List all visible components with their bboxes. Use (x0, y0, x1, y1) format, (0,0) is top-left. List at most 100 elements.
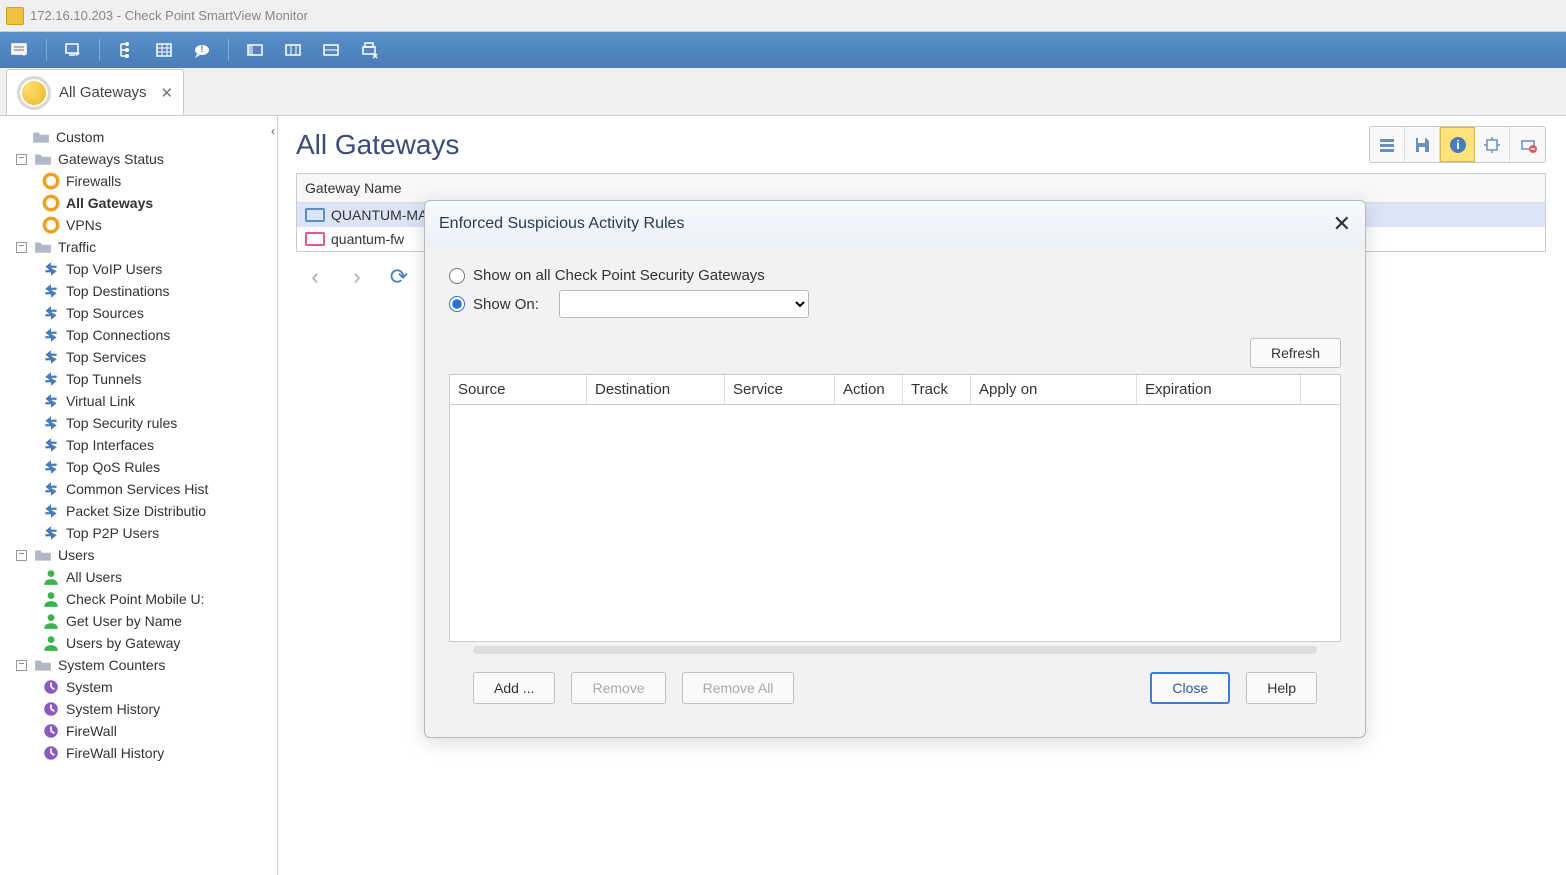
col-service[interactable]: Service (725, 375, 835, 404)
tree-firewalls[interactable]: Firewalls (10, 170, 271, 192)
tree-top-security-rules[interactable]: Top Security rules (10, 412, 271, 434)
tree-firewall[interactable]: FireWall (10, 720, 271, 742)
toolbar-panel3-icon[interactable] (319, 38, 343, 62)
radio-all-input[interactable] (449, 268, 465, 284)
tree-label: All Gateways (66, 195, 153, 211)
tree-toggle-icon[interactable]: − (16, 154, 27, 165)
tree-label: Common Services Hist (66, 481, 208, 497)
tree-top-interfaces[interactable]: Top Interfaces (10, 434, 271, 456)
tree-label: Firewalls (66, 173, 121, 189)
expand-icon[interactable] (1475, 127, 1510, 162)
tree-label: Top Services (66, 349, 146, 365)
tree-toggle-icon[interactable]: − (16, 660, 27, 671)
remove-all-button[interactable]: Remove All (682, 672, 795, 704)
tree-top-tunnels[interactable]: Top Tunnels (10, 368, 271, 390)
refresh-icon[interactable]: ⟳ (384, 262, 414, 292)
tree-system[interactable]: System (10, 676, 271, 698)
radio-all-label: Show on all Check Point Security Gateway… (473, 267, 765, 284)
toolbar-tree-icon[interactable] (114, 38, 138, 62)
tree-top-services[interactable]: Top Services (10, 346, 271, 368)
tree-vpns[interactable]: VPNs (10, 214, 271, 236)
delete-view-icon[interactable] (1510, 127, 1545, 162)
user-icon (42, 568, 60, 586)
tree-firewall-history[interactable]: FireWall History (10, 742, 271, 764)
tree-gateways-status[interactable]: − Gateways Status (10, 148, 271, 170)
radio-show-all[interactable]: Show on all Check Point Security Gateway… (449, 267, 1341, 284)
radio-on-label: Show On: (473, 296, 539, 313)
toolbar-dropdown-icon[interactable] (8, 38, 32, 62)
tree-label: VPNs (66, 217, 102, 233)
dialog-close-icon[interactable]: ✕ (1333, 211, 1351, 237)
col-source[interactable]: Source (450, 375, 587, 404)
gateway-ring-icon (17, 76, 51, 110)
col-destination[interactable]: Destination (587, 375, 725, 404)
toolbar-panel1-icon[interactable] (243, 38, 267, 62)
tree-system-history[interactable]: System History (10, 698, 271, 720)
toolbar-separator (46, 39, 47, 61)
radio-show-on[interactable]: Show On: (449, 290, 1341, 318)
col-apply-on[interactable]: Apply on (971, 375, 1137, 404)
tree-traffic[interactable]: − Traffic (10, 236, 271, 258)
info-icon[interactable]: i (1440, 127, 1475, 162)
folder-icon (34, 238, 52, 256)
show-on-select[interactable] (559, 290, 809, 318)
tree-label: Top Connections (66, 327, 170, 343)
toolbar-grid-icon[interactable] (152, 38, 176, 62)
dialog-title: Enforced Suspicious Activity Rules (439, 215, 684, 233)
tree-system-counters[interactable]: − System Counters (10, 654, 271, 676)
refresh-button[interactable]: Refresh (1250, 338, 1341, 368)
tree-top-p2p-users[interactable]: Top P2P Users (10, 522, 271, 544)
tree-label: Top Tunnels (66, 371, 142, 387)
prev-page-icon[interactable]: ‹ (300, 262, 330, 292)
col-track[interactable]: Track (903, 375, 971, 404)
sidebar-collapse-icon[interactable]: ‹ (271, 124, 275, 138)
tree-label: Top VoIP Users (66, 261, 162, 277)
tree-get-user-by-name[interactable]: Get User by Name (10, 610, 271, 632)
tab-all-gateways[interactable]: All Gateways ✕ (6, 69, 184, 115)
col-action[interactable]: Action (835, 375, 903, 404)
add-button[interactable]: Add ... (473, 672, 555, 704)
tab-close-icon[interactable]: ✕ (161, 84, 174, 102)
toolbar-print-delete-icon[interactable] (357, 38, 381, 62)
tree-all-users[interactable]: All Users (10, 566, 271, 588)
next-page-icon[interactable]: › (342, 262, 372, 292)
list-view-icon[interactable] (1370, 127, 1405, 162)
tree-users[interactable]: − Users (10, 544, 271, 566)
toolbar-screen-icon[interactable] (61, 38, 85, 62)
close-button[interactable]: Close (1150, 672, 1230, 704)
tree-users-by-gateway[interactable]: Users by Gateway (10, 632, 271, 654)
tree-top-sources[interactable]: Top Sources (10, 302, 271, 324)
gateway-icon (305, 208, 325, 222)
tree-all-gateways[interactable]: All Gateways (10, 192, 271, 214)
arrows-icon (42, 326, 60, 344)
tree-check-point-mobile-u-[interactable]: Check Point Mobile U: (10, 588, 271, 610)
tree-label: Top Security rules (66, 415, 177, 431)
tree-top-destinations[interactable]: Top Destinations (10, 280, 271, 302)
tree-toggle-icon[interactable]: − (16, 242, 27, 253)
counter-icon (42, 700, 60, 718)
radio-on-input[interactable] (449, 296, 465, 312)
toolbar-alert-icon[interactable]: ! (190, 38, 214, 62)
tree-top-qos-rules[interactable]: Top QoS Rules (10, 456, 271, 478)
tree-label: Top Destinations (66, 283, 170, 299)
gateway-name-col[interactable]: Gateway Name (297, 174, 1545, 203)
tree-top-voip-users[interactable]: Top VoIP Users (10, 258, 271, 280)
remove-button[interactable]: Remove (571, 672, 665, 704)
tree-label: Custom (56, 129, 104, 145)
gateway-icon (305, 232, 325, 246)
col-expiration[interactable]: Expiration (1137, 375, 1301, 404)
tree-top-connections[interactable]: Top Connections (10, 324, 271, 346)
toolbar-panel2-icon[interactable] (281, 38, 305, 62)
tree-virtual-link[interactable]: Virtual Link (10, 390, 271, 412)
tree-custom[interactable]: Custom (10, 126, 271, 148)
rules-scrollbar[interactable] (473, 646, 1317, 654)
page-title: All Gateways (296, 129, 459, 161)
tree-packet-size-distributio[interactable]: Packet Size Distributio (10, 500, 271, 522)
arrows-icon (42, 370, 60, 388)
tree-toggle-icon[interactable]: − (16, 550, 27, 561)
save-icon[interactable] (1405, 127, 1440, 162)
gateway-name: QUANTUM-MA (331, 207, 427, 223)
arrows-icon (42, 282, 60, 300)
tree-common-services-hist[interactable]: Common Services Hist (10, 478, 271, 500)
help-button[interactable]: Help (1246, 672, 1317, 704)
